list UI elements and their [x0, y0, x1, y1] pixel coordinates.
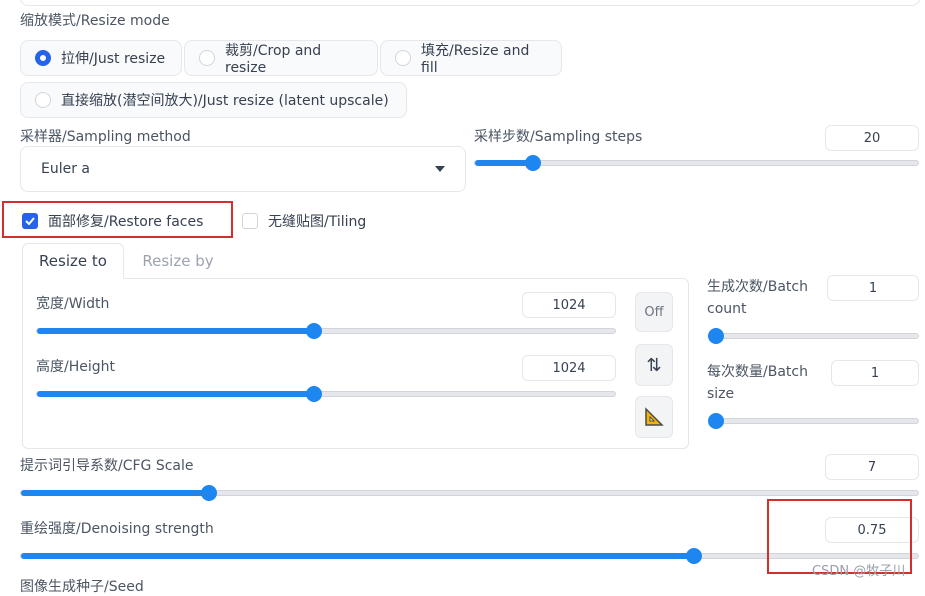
sampling-method-dropdown[interactable]: Euler a: [20, 146, 466, 192]
batch-count-label: 生成次数/Batch count: [707, 279, 808, 317]
cfg-scale-input[interactable]: 7: [825, 454, 919, 480]
radio-unselected-icon: [35, 92, 51, 108]
cfg-scale-slider[interactable]: [20, 485, 919, 501]
sampling-steps-label: 采样步数/Sampling steps: [474, 129, 643, 145]
resize-mode-resize-and-fill[interactable]: 填充/Resize and fill: [380, 40, 562, 76]
resize-mode-label: 缩放模式/Resize mode: [20, 13, 170, 29]
cfg-scale-label: 提示词引导系数/CFG Scale: [20, 458, 194, 474]
resize-mode-crop-and-resize[interactable]: 裁剪/Crop and resize: [184, 40, 378, 76]
off-button[interactable]: Off: [635, 292, 673, 332]
width-input[interactable]: 1024: [522, 292, 616, 318]
sampling-steps-slider[interactable]: [474, 155, 919, 171]
swap-dimensions-button[interactable]: ⇅: [635, 344, 673, 386]
slider-thumb[interactable]: [524, 155, 541, 171]
triangle-ruler-icon: [645, 407, 664, 426]
top-partial-field: [20, 0, 920, 6]
resize-mode-latent-upscale[interactable]: 直接缩放(潜空间放大)/Just resize (latent upscale): [20, 82, 407, 118]
height-label: 高度/Height: [36, 359, 115, 375]
restore-faces-highlight-box: [2, 201, 233, 238]
batch-count-slider[interactable]: [708, 328, 919, 344]
radio-selected-icon: [35, 50, 51, 66]
slider-fill: [37, 328, 315, 334]
chevron-down-icon: [435, 166, 445, 172]
tab-label: Resize to: [39, 252, 107, 270]
seed-label: 图像生成种子/Seed: [20, 579, 144, 595]
sampling-method-label: 采样器/Sampling method: [20, 129, 191, 145]
checkbox-unchecked-icon: [242, 213, 258, 229]
sampling-method-value: Euler a: [41, 161, 91, 177]
slider-thumb[interactable]: [708, 328, 724, 344]
off-label: Off: [644, 304, 664, 320]
radio-unselected-icon: [199, 50, 215, 66]
slider-fill: [21, 553, 694, 559]
slider-thumb[interactable]: [685, 548, 702, 564]
option-label: 直接缩放(潜空间放大)/Just resize (latent upscale): [61, 93, 389, 109]
radio-unselected-icon: [395, 50, 411, 66]
batch-size-label: 每次数量/Batch size: [707, 364, 808, 402]
slider-fill: [21, 490, 210, 496]
batch-count-input[interactable]: 1: [827, 275, 919, 301]
height-input[interactable]: 1024: [522, 355, 616, 381]
slider-fill: [475, 160, 533, 166]
tab-resize-by[interactable]: Resize by: [126, 243, 230, 279]
batch-size-input[interactable]: 1: [831, 360, 919, 386]
slider-thumb[interactable]: [201, 485, 218, 501]
height-slider[interactable]: [36, 386, 616, 402]
slider-fill: [37, 391, 315, 397]
option-label: 填充/Resize and fill: [421, 43, 530, 76]
denoising-strength-label: 重绘强度/Denoising strength: [20, 521, 214, 537]
tiling-label: 无缝贴图/Tiling: [268, 214, 367, 230]
batch-size-slider[interactable]: [708, 413, 919, 429]
tab-label: Resize by: [142, 252, 214, 270]
ruler-button[interactable]: [635, 396, 673, 438]
tab-resize-to[interactable]: Resize to: [22, 243, 124, 279]
slider-thumb[interactable]: [708, 413, 724, 429]
watermark: CSDN @牧子川: [812, 564, 906, 579]
tiling-checkbox[interactable]: 无缝贴图/Tiling: [242, 211, 366, 231]
width-slider[interactable]: [36, 323, 616, 339]
option-label: 裁剪/Crop and resize: [225, 43, 322, 76]
sampling-steps-input[interactable]: 20: [825, 125, 919, 151]
resize-mode-just-resize[interactable]: 拉伸/Just resize: [20, 40, 182, 76]
width-label: 宽度/Width: [36, 296, 110, 312]
option-label: 拉伸/Just resize: [61, 51, 166, 67]
swap-arrows-icon: ⇅: [646, 354, 662, 376]
